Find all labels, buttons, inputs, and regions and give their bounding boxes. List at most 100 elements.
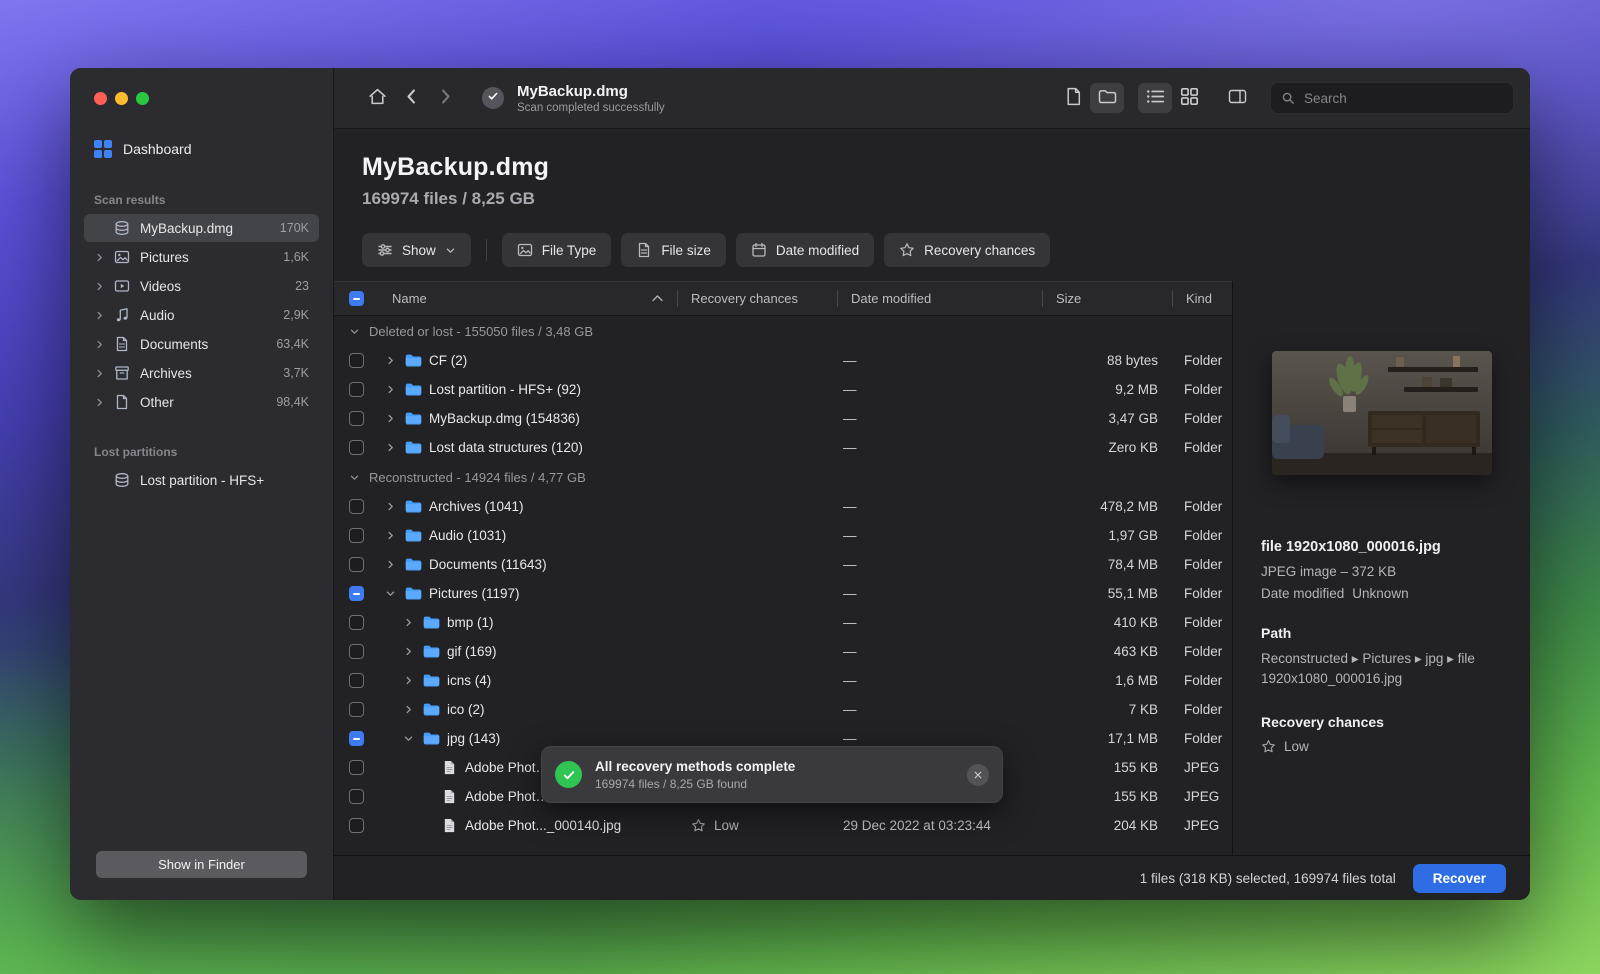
- forward-chevron-icon: [436, 87, 455, 109]
- sidebar-item-lost-partition-hfs[interactable]: Lost partition - HFS+: [84, 466, 319, 494]
- disclosure-chevron-icon[interactable]: [403, 675, 416, 686]
- sidebar-item-pictures[interactable]: Pictures 1,6K: [84, 243, 319, 271]
- filter-bar: Show File Type File size Date modified R…: [362, 233, 1502, 267]
- filter-divider: [485, 239, 487, 261]
- disclosure-chevron-icon[interactable]: [403, 733, 416, 744]
- table-row[interactable]: Audio (1031) — 1,97 GB Folder: [334, 521, 1232, 550]
- sidebar-item-other[interactable]: Other 98,4K: [84, 388, 319, 416]
- preview-thumbnail[interactable]: [1271, 351, 1492, 475]
- column-header-name[interactable]: Name: [378, 282, 677, 315]
- toast-close-button[interactable]: [967, 763, 989, 786]
- table-group-row[interactable]: Reconstructed - 14924 files / 4,77 GB: [334, 462, 1232, 492]
- chevron-right-icon[interactable]: [94, 281, 108, 292]
- table-row[interactable]: Lost data structures (120) — Zero KB Fol…: [334, 433, 1232, 462]
- chevron-down-icon[interactable]: [349, 472, 360, 483]
- row-checkbox[interactable]: [348, 818, 364, 833]
- table-row[interactable]: Pictures (1197) — 55,1 MB Folder: [334, 579, 1232, 608]
- row-checkbox[interactable]: [348, 760, 364, 775]
- dashboard-label: Dashboard: [123, 141, 192, 157]
- chevron-right-icon[interactable]: [94, 310, 108, 321]
- show-in-finder-button[interactable]: Show in Finder: [96, 851, 307, 878]
- table-row[interactable]: icns (4) — 1,6 MB Folder: [334, 666, 1232, 695]
- home-button[interactable]: [360, 83, 394, 113]
- back-button[interactable]: [394, 83, 428, 113]
- table-row[interactable]: Documents (11643) — 78,4 MB Folder: [334, 550, 1232, 579]
- sidebar-item-mybackup-dmg[interactable]: MyBackup.dmg 170K: [84, 214, 319, 242]
- disclosure-chevron-icon[interactable]: [403, 646, 416, 657]
- filter-recovery-chances-button[interactable]: Recovery chances: [884, 233, 1051, 267]
- folder-view-button[interactable]: [1090, 83, 1124, 113]
- disclosure-chevron-icon[interactable]: [385, 530, 398, 541]
- disclosure-chevron-icon[interactable]: [403, 704, 416, 715]
- row-checkbox[interactable]: [348, 382, 364, 397]
- disclosure-chevron-icon[interactable]: [385, 588, 398, 599]
- table-row[interactable]: Lost partition - HFS+ (92) — 9,2 MB Fold…: [334, 375, 1232, 404]
- table-row[interactable]: MyBackup.dmg (154836) — 3,47 GB Folder: [334, 404, 1232, 433]
- row-checkbox[interactable]: [348, 644, 364, 659]
- row-checkbox[interactable]: [348, 673, 364, 688]
- grid-view-button[interactable]: [1172, 83, 1206, 113]
- disclosure-chevron-icon[interactable]: [385, 559, 398, 570]
- disclosure-chevron-icon[interactable]: [385, 384, 398, 395]
- select-all-checkbox[interactable]: [348, 291, 364, 306]
- search-input[interactable]: [1302, 89, 1503, 107]
- row-checkbox[interactable]: [348, 731, 364, 746]
- table-row[interactable]: ico (2) — 7 KB Folder: [334, 695, 1232, 724]
- disclosure-chevron-icon[interactable]: [385, 501, 398, 512]
- minimize-window-button[interactable]: [115, 92, 128, 105]
- forward-button[interactable]: [428, 83, 462, 113]
- table-row[interactable]: Adobe Phot..._000140.jpg Low 29 Dec 2022…: [334, 811, 1232, 840]
- recover-button[interactable]: Recover: [1412, 863, 1506, 893]
- row-checkbox[interactable]: [348, 353, 364, 368]
- list-view-button[interactable]: [1138, 83, 1172, 113]
- search-field[interactable]: [1270, 82, 1514, 114]
- table-group-row[interactable]: Deleted or lost - 155050 files / 3,48 GB: [334, 316, 1232, 346]
- column-header-date[interactable]: Date modified: [837, 282, 1042, 315]
- chevron-right-icon[interactable]: [94, 368, 108, 379]
- row-checkbox[interactable]: [348, 702, 364, 717]
- disclosure-chevron-icon[interactable]: [403, 617, 416, 628]
- disclosure-chevron-icon[interactable]: [385, 355, 398, 366]
- chevron-right-icon[interactable]: [94, 339, 108, 350]
- disclosure-chevron-icon[interactable]: [385, 413, 398, 424]
- toast-subtitle: 169974 files / 8,25 GB found: [595, 776, 748, 791]
- sidebar-item-label: Documents: [140, 336, 209, 352]
- filter-file-size-button[interactable]: File size: [621, 233, 726, 267]
- row-checkbox[interactable]: [348, 440, 364, 455]
- chevron-down-icon[interactable]: [349, 326, 360, 337]
- sidebar-item-videos[interactable]: Videos 23: [84, 272, 319, 300]
- row-size: 7 KB: [1128, 702, 1158, 717]
- row-checkbox[interactable]: [348, 789, 364, 804]
- sidebar-item-archives[interactable]: Archives 3,7K: [84, 359, 319, 387]
- row-name: Lost data structures (120): [429, 440, 583, 455]
- filter-date-modified-button[interactable]: Date modified: [735, 233, 875, 267]
- folder-icon: [423, 644, 440, 659]
- chevron-right-icon[interactable]: [94, 252, 108, 263]
- row-checkbox[interactable]: [348, 411, 364, 426]
- sidebar-item-dashboard[interactable]: Dashboard: [84, 133, 319, 165]
- sidebar-item-label: Other: [140, 394, 174, 410]
- close-window-button[interactable]: [94, 92, 107, 105]
- filter-file-type-button[interactable]: File Type: [501, 233, 612, 267]
- sidebar-item-documents[interactable]: Documents 63,4K: [84, 330, 319, 358]
- toggle-sidebar-panel-button[interactable]: [1220, 83, 1254, 113]
- table-row[interactable]: bmp (1) — 410 KB Folder: [334, 608, 1232, 637]
- column-header-kind[interactable]: Kind: [1172, 282, 1232, 315]
- show-filter-button[interactable]: Show: [362, 233, 471, 267]
- column-header-size[interactable]: Size: [1042, 282, 1172, 315]
- column-header-recovery[interactable]: Recovery chances: [677, 282, 837, 315]
- table-row[interactable]: gif (169) — 463 KB Folder: [334, 637, 1232, 666]
- row-checkbox[interactable]: [348, 528, 364, 543]
- table-row[interactable]: CF (2) — 88 bytes Folder: [334, 346, 1232, 375]
- disclosure-chevron-icon[interactable]: [385, 442, 398, 453]
- row-checkbox[interactable]: [348, 499, 364, 514]
- zoom-window-button[interactable]: [136, 92, 149, 105]
- row-checkbox[interactable]: [348, 615, 364, 630]
- sidebar-item-audio[interactable]: Audio 2,9K: [84, 301, 319, 329]
- preview-pane-button[interactable]: [1056, 83, 1090, 113]
- row-checkbox[interactable]: [348, 586, 364, 601]
- table-row[interactable]: Archives (1041) — 478,2 MB Folder: [334, 492, 1232, 521]
- row-size: 1,6 MB: [1115, 673, 1158, 688]
- row-checkbox[interactable]: [348, 557, 364, 572]
- chevron-right-icon[interactable]: [94, 397, 108, 408]
